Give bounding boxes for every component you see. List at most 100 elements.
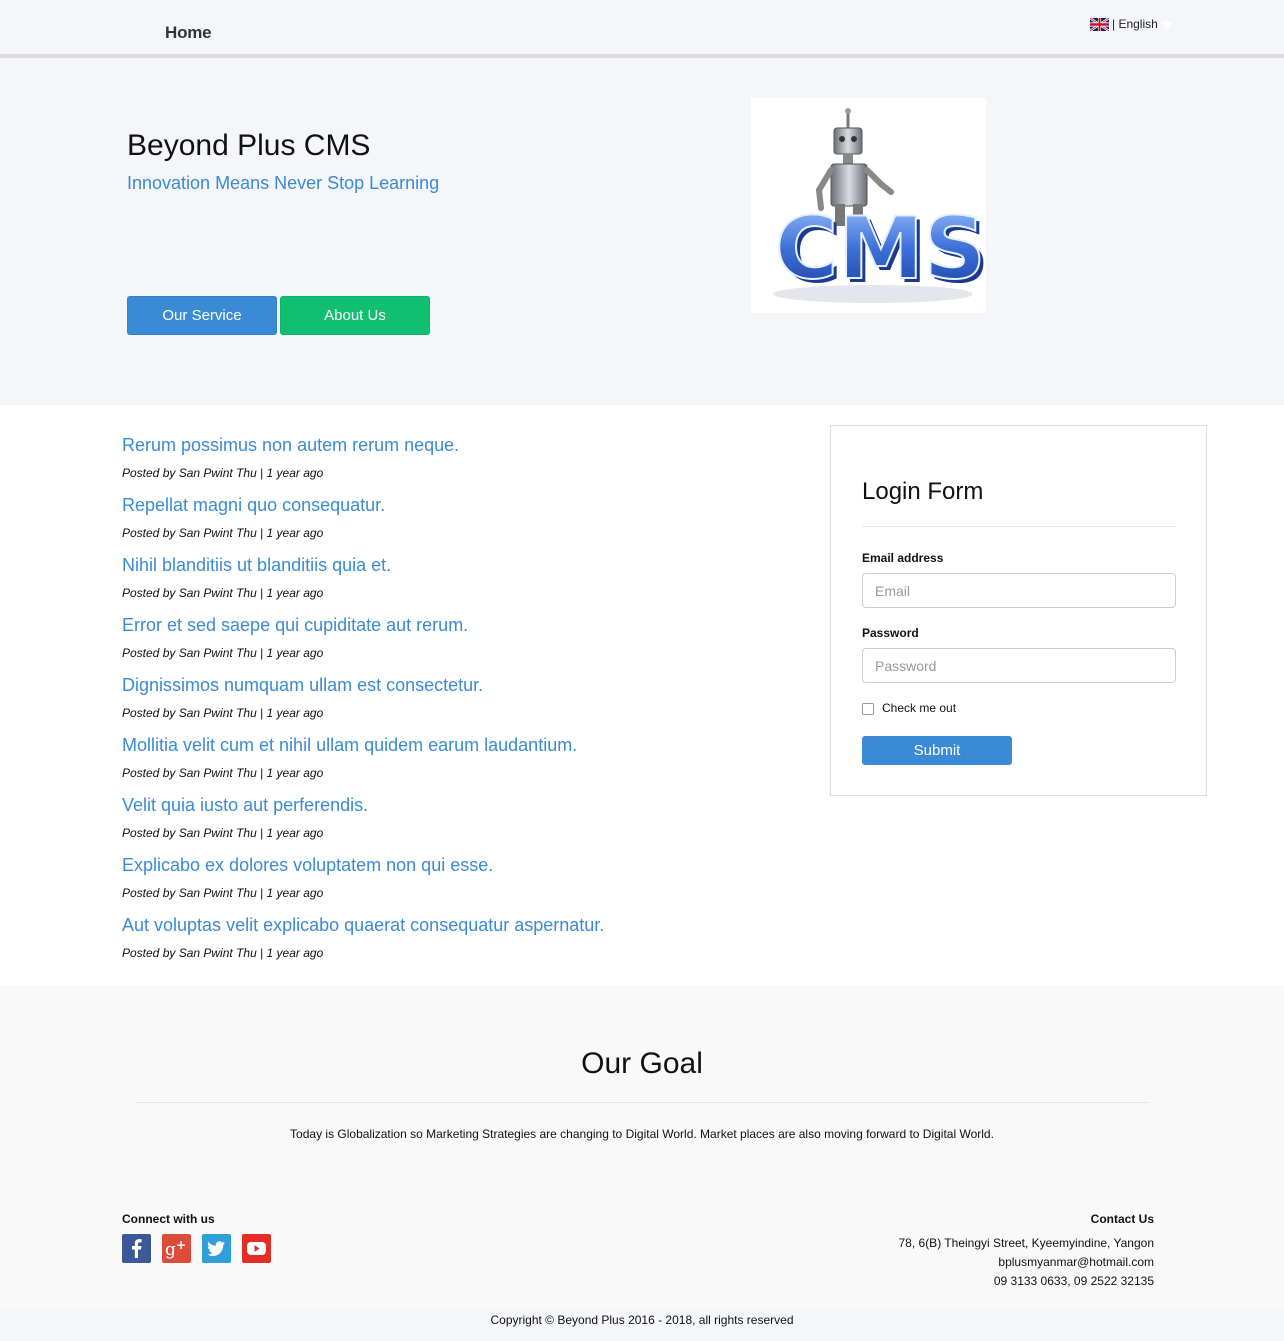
post-author: San Pwint Thu [178,886,257,900]
post-title-link[interactable]: Explicabo ex dolores voluptatem non qui … [122,855,493,875]
post-meta: Posted by San Pwint Thu | 1 year ago [122,526,323,540]
email-label: Email address [862,551,944,565]
list-item: Repellat magni quo consequatur. Posted by… [122,495,385,540]
post-meta: Posted by San Pwint Thu | 1 year ago [122,646,323,660]
post-meta-prefix: Posted by [122,886,179,900]
post-title-link[interactable]: Velit quia iusto aut perferendis. [122,795,368,815]
svg-text:g: g [165,1240,176,1260]
post-meta-prefix: Posted by [122,646,179,660]
login-form-title: Login Form [862,478,984,505]
post-title-link[interactable]: Rerum possimus non autem rerum neque. [122,435,459,455]
password-label: Password [862,626,919,640]
twitter-icon[interactable] [202,1234,231,1263]
list-item: Explicabo ex dolores voluptatem non qui … [122,855,493,900]
post-meta-separator: | [256,946,267,960]
top-navbar: Home | English [0,0,1284,54]
our-goal-section: Our Goal Today is Globalization so Marke… [0,985,1284,1310]
chevron-down-icon [1160,21,1173,29]
facebook-icon[interactable] [122,1234,151,1263]
post-author: San Pwint Thu [178,766,257,780]
contact-title: Contact Us [1090,1212,1154,1226]
list-item: Mollitia velit cum et nihil ullam quidem… [122,735,577,780]
post-time: 1 year ago [266,586,324,600]
post-meta-prefix: Posted by [122,766,179,780]
post-author: San Pwint Thu [178,706,257,720]
post-meta-separator: | [256,706,267,720]
post-title-link[interactable]: Aut voluptas velit explicabo quaerat con… [122,915,604,935]
google-plus-icon[interactable]: g + [162,1234,191,1263]
post-time: 1 year ago [266,886,324,900]
post-title-link[interactable]: Repellat magni quo consequatur. [122,495,385,515]
post-meta-separator: | [256,766,267,780]
post-time: 1 year ago [266,466,324,480]
post-meta-separator: | [256,466,267,480]
post-title-link[interactable]: Error et sed saepe qui cupiditate aut re… [122,615,468,635]
post-author: San Pwint Thu [178,526,257,540]
post-title-link[interactable]: Nihil blanditiis ut blanditiis quia et. [122,555,391,575]
post-author: San Pwint Thu [178,586,257,600]
post-meta-separator: | [256,886,267,900]
list-item: Nihil blanditiis ut blanditiis quia et. P… [122,555,391,600]
post-meta: Posted by San Pwint Thu | 1 year ago [122,706,323,720]
post-author: San Pwint Thu [178,646,257,660]
post-meta-prefix: Posted by [122,586,179,600]
our-service-button[interactable]: Our Service [127,296,277,335]
post-time: 1 year ago [266,646,324,660]
copyright-text: Copyright © Beyond Plus 2016 - 2018, all… [490,1313,794,1327]
post-meta-separator: | [256,646,267,660]
post-meta-prefix: Posted by [122,466,179,480]
about-us-button[interactable]: About Us [280,296,430,335]
cms-hero-image: CMS CMS [751,98,990,313]
post-meta: Posted by San Pwint Thu | 1 year ago [122,826,323,840]
post-meta: Posted by San Pwint Thu | 1 year ago [122,766,323,780]
contact-phone: 09 3133 0633, 09 2522 32135 [993,1274,1154,1288]
check-me-out-label[interactable]: Check me out [882,701,956,715]
language-selector[interactable]: | English [1090,17,1173,31]
footer: Copyright © Beyond Plus 2016 - 2018, all… [0,1310,1284,1341]
password-field[interactable] [862,648,1176,683]
youtube-icon[interactable] [242,1234,271,1263]
post-title-link[interactable]: Mollitia velit cum et nihil ullam quidem… [122,735,577,755]
check-me-out-checkbox[interactable] [862,703,874,715]
site-title: Beyond Plus CMS [127,129,371,162]
post-author: San Pwint Thu [178,946,257,960]
post-time: 1 year ago [266,706,324,720]
post-time: 1 year ago [266,826,324,840]
uk-flag-icon [1090,17,1109,31]
post-meta: Posted by San Pwint Thu | 1 year ago [122,466,323,480]
post-meta: Posted by San Pwint Thu | 1 year ago [122,886,323,900]
post-meta-prefix: Posted by [122,826,179,840]
email-field[interactable] [862,573,1176,608]
our-goal-text: Today is Globalization so Marketing Stra… [290,1127,994,1141]
nav-home-link[interactable]: Home [165,23,212,43]
our-goal-title: Our Goal [581,1047,703,1080]
post-time: 1 year ago [266,526,324,540]
post-meta-prefix: Posted by [122,946,179,960]
connect-title: Connect with us [122,1212,215,1226]
post-meta-prefix: Posted by [122,526,179,540]
post-time: 1 year ago [266,946,324,960]
post-meta-separator: | [256,526,267,540]
list-item: Velit quia iusto aut perferendis. Posted … [122,795,368,840]
post-title-link[interactable]: Dignissimos numquam ullam est consectetu… [122,675,483,695]
cms-robot-illustration: CMS CMS [773,108,990,303]
svg-text:+: + [176,1238,186,1252]
post-author: San Pwint Thu [178,466,257,480]
post-author: San Pwint Thu [178,826,257,840]
list-item: Dignissimos numquam ullam est consectetu… [122,675,483,720]
post-meta-prefix: Posted by [122,706,179,720]
site-tagline: Innovation Means Never Stop Learning [127,173,440,193]
contact-email: bplusmyanmar@hotmail.com [998,1255,1154,1269]
submit-button[interactable]: Submit [862,736,1012,765]
divider [862,526,1176,527]
divider [135,1102,1150,1103]
contact-address: 78, 6(B) Theingyi Street, Kyeemyindine, … [898,1236,1155,1250]
post-time: 1 year ago [266,766,324,780]
login-form: Login Form Email address Password Check … [830,425,1207,796]
post-meta-separator: | [256,586,267,600]
list-item: Aut voluptas velit explicabo quaerat con… [122,915,604,960]
language-label: | English [1112,17,1158,31]
post-meta: Posted by San Pwint Thu | 1 year ago [122,946,323,960]
post-meta-separator: | [256,826,267,840]
hero-section: Beyond Plus CMS Innovation Means Never S… [0,58,1284,405]
